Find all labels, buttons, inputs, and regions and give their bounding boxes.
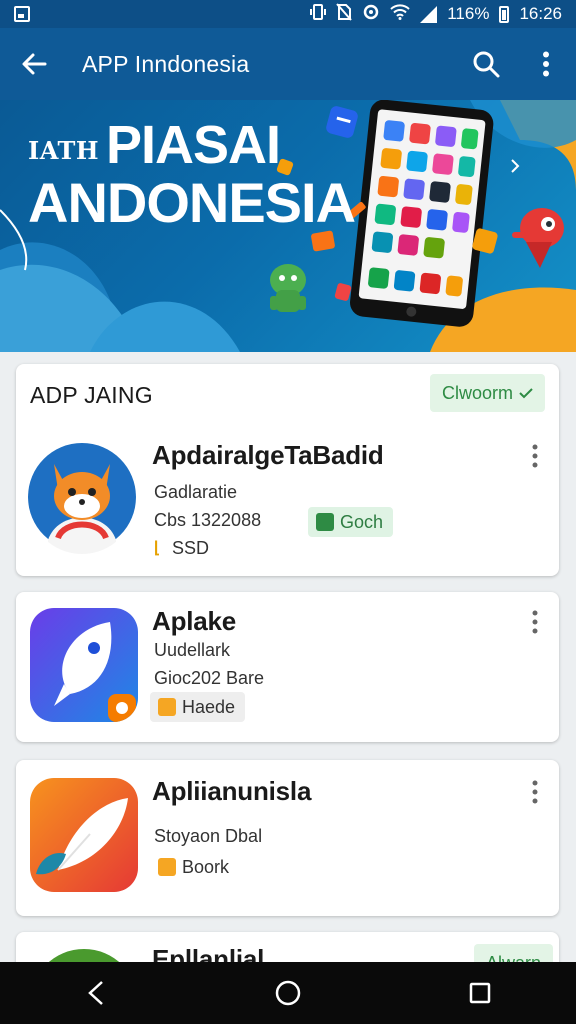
- wifi-icon: [390, 3, 410, 25]
- more-vert-icon: [543, 51, 549, 77]
- screen: 116% 16:26 APP Inndonesia IATH PIASAI AN…: [0, 0, 576, 1024]
- rocket-fish-icon: [30, 608, 138, 722]
- app-name[interactable]: ApdairalgeTaBadid: [152, 440, 384, 471]
- clock: 16:26: [519, 4, 562, 23]
- feather-quill-icon: [30, 778, 138, 892]
- more-vert-icon: [532, 610, 538, 634]
- banner-headline-line1: PIASAI: [106, 115, 281, 175]
- overflow-menu-button[interactable]: [516, 28, 576, 100]
- nav-recents-icon: [469, 982, 491, 1004]
- nav-back-button[interactable]: [56, 962, 136, 1024]
- app-icon-fox[interactable]: [28, 440, 136, 554]
- section-badge[interactable]: Clwoorm: [429, 374, 545, 412]
- banner-small-text: IATH: [28, 136, 100, 165]
- vibrate-icon: [310, 3, 327, 26]
- no-sim-icon: [336, 2, 352, 26]
- app-tag-label: Boork: [182, 856, 230, 877]
- more-vert-icon: [532, 444, 538, 468]
- banner-headline-line2: ANDONESIA: [28, 171, 356, 234]
- app-more-button[interactable]: [525, 776, 545, 808]
- battery-percent: 116%: [447, 4, 490, 23]
- app-tag-label: Goch: [340, 511, 384, 532]
- app-card-3[interactable]: Apliianunisla Stoyaon Dbal Boork: [16, 760, 559, 916]
- page-title: APP Inndonesia: [82, 50, 250, 77]
- app-card-2[interactable]: Aplake Uudellark Gioc202 Bare Haede: [16, 592, 559, 742]
- app-icon-feather[interactable]: [30, 778, 138, 892]
- back-button[interactable]: [0, 28, 68, 100]
- section-badge-label: Clwoorm: [441, 382, 513, 403]
- app-more-button[interactable]: [525, 606, 545, 638]
- checkmark-icon: [519, 388, 533, 399]
- bracket-icon: ⌊: [154, 540, 161, 557]
- app-tag[interactable]: Goch: [308, 507, 394, 537]
- app-name[interactable]: Apliianunisla: [152, 776, 311, 807]
- section-header: ADP JAING: [30, 382, 153, 408]
- app-tag[interactable]: Boork: [150, 852, 239, 882]
- tag-square-icon: [158, 698, 176, 716]
- notification-icon: [14, 6, 30, 22]
- app-tag[interactable]: Haede: [150, 692, 246, 722]
- sync-icon: [362, 3, 380, 26]
- app-more-button[interactable]: [525, 440, 545, 472]
- app-developer: Uudellark: [154, 640, 231, 660]
- tag-check-icon: [316, 513, 334, 531]
- app-developer: Stoyaon Dbal: [154, 826, 263, 846]
- app-developer: Gadlaratie: [154, 482, 238, 502]
- battery-icon: [499, 5, 510, 23]
- app-downloads: Gioc202 Bare: [154, 668, 265, 688]
- app-card-1[interactable]: ADP JAING Clwoorm ApdairalgeTaBadid Gadl…: [16, 364, 559, 576]
- app-icon-rocket[interactable]: [30, 608, 138, 722]
- cell-signal-icon: [420, 5, 438, 23]
- nav-home-icon: [275, 980, 301, 1006]
- status-bar: 116% 16:26: [0, 0, 576, 28]
- app-name[interactable]: Aplake: [152, 606, 236, 637]
- nav-back-icon: [88, 981, 103, 1005]
- promo-banner[interactable]: IATH PIASAI ANDONESIA: [0, 100, 576, 352]
- tag-square-icon: [158, 858, 176, 876]
- app-size: SSD: [172, 538, 210, 558]
- app-bar: APP Inndonesia: [0, 28, 576, 100]
- app-downloads: Cbs 1322088: [154, 510, 262, 530]
- back-arrow-icon: [22, 53, 47, 75]
- app-tag-label: Haede: [182, 696, 236, 717]
- more-vert-icon: [532, 780, 538, 804]
- fox-mascot-icon: [28, 443, 136, 554]
- nav-home-button[interactable]: [248, 962, 328, 1024]
- search-icon: [473, 51, 500, 78]
- nav-recents-button[interactable]: [440, 962, 520, 1024]
- system-nav-bar: [0, 962, 576, 1024]
- search-button[interactable]: [456, 28, 516, 100]
